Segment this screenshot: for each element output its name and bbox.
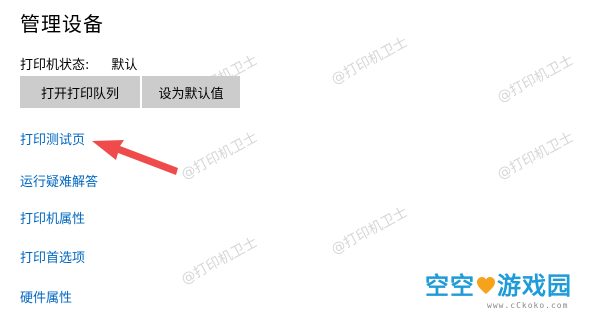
logo-url: www.cCkoko.com xyxy=(487,301,569,310)
logo-text-part1: 空空 xyxy=(425,272,475,300)
printer-status-label: 打印机状态: xyxy=(20,58,90,73)
logo-text-part2: 游戏园 xyxy=(497,272,572,300)
printer-status-row: 打印机状态: 默认 xyxy=(20,54,137,73)
watermark: @打印机卫士 xyxy=(178,234,261,288)
watermark: @打印机卫士 xyxy=(494,52,577,106)
set-default-button[interactable]: 设为默认值 xyxy=(142,76,240,108)
site-logo: 空空 游戏园 www.cCkoko.com xyxy=(425,272,572,310)
print-test-page-link[interactable]: 打印测试页 xyxy=(20,129,85,148)
page-title: 管理设备 xyxy=(20,12,104,36)
watermark: @打印机卫士 xyxy=(328,204,411,258)
watermark: @打印机卫士 xyxy=(328,34,411,88)
heart-icon xyxy=(477,277,495,294)
hardware-properties-link[interactable]: 硬件属性 xyxy=(20,287,72,306)
printer-properties-link[interactable]: 打印机属性 xyxy=(20,208,85,227)
watermark: @打印机卫士 xyxy=(494,129,577,183)
watermark: @打印机卫士 xyxy=(178,129,261,183)
printer-status-value: 默认 xyxy=(111,58,138,73)
printing-preferences-link[interactable]: 打印首选项 xyxy=(20,247,85,266)
run-troubleshooter-link[interactable]: 运行疑难解答 xyxy=(20,171,98,190)
open-print-queue-button[interactable]: 打开打印队列 xyxy=(20,76,140,108)
